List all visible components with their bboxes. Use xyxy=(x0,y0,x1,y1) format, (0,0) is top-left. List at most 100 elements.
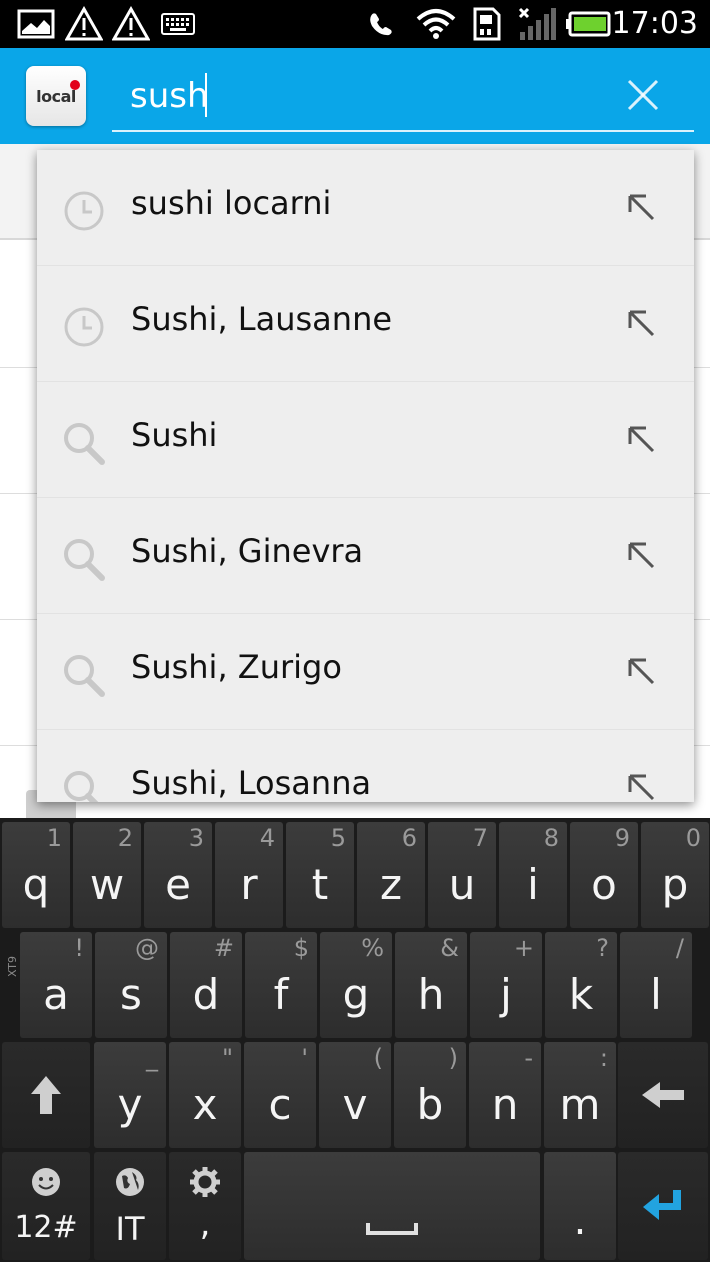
key-r[interactable]: 4r xyxy=(215,822,283,928)
suggestion-item[interactable]: Sushi, Losanna xyxy=(37,730,694,802)
key-secondary-label: 0 xyxy=(685,824,701,852)
settings-comma-key[interactable]: , xyxy=(169,1152,241,1260)
key-a[interactable]: ! a xyxy=(20,932,92,1038)
wifi-icon xyxy=(414,6,458,42)
key-label: d xyxy=(192,970,220,1019)
key-w[interactable]: 2w xyxy=(73,822,141,928)
search-icon xyxy=(61,768,107,802)
fill-query-arrow-icon[interactable] xyxy=(626,656,656,686)
battery-icon xyxy=(564,6,612,42)
globe-icon xyxy=(94,1166,166,1202)
fill-query-arrow-icon[interactable] xyxy=(626,540,656,570)
key-p[interactable]: 0p xyxy=(641,822,709,928)
status-bar: 17:03 xyxy=(0,0,710,48)
key-x[interactable]: " x xyxy=(169,1042,241,1148)
key-b[interactable]: ) b xyxy=(394,1042,466,1148)
space-icon xyxy=(244,1220,540,1239)
suggestion-label: Sushi, Ginevra xyxy=(131,532,364,570)
key-label: m xyxy=(559,1080,601,1129)
fill-query-arrow-icon[interactable] xyxy=(626,772,656,802)
xt9-label: XT9 xyxy=(6,955,20,978)
suggestion-label: Sushi, Lausanne xyxy=(131,300,393,338)
key-y[interactable]: _ y xyxy=(94,1042,166,1148)
key-secondary-label: 7 xyxy=(472,824,488,852)
key-secondary-label: 2 xyxy=(117,824,133,852)
close-icon xyxy=(627,79,659,111)
key-label: y xyxy=(117,1080,143,1129)
history-clock-icon xyxy=(61,304,107,350)
key-n[interactable]: -n xyxy=(469,1042,541,1148)
key-secondary-label: ( xyxy=(373,1044,383,1072)
shift-key[interactable] xyxy=(2,1042,90,1148)
period-key[interactable]: . xyxy=(544,1152,616,1260)
key-g[interactable]: % g xyxy=(320,932,392,1038)
app-logo[interactable]: local xyxy=(26,66,86,126)
key-f[interactable]: $ f xyxy=(245,932,317,1038)
key-s[interactable]: @ s xyxy=(95,932,167,1038)
key-label: s xyxy=(120,970,142,1019)
key-v[interactable]: (v xyxy=(319,1042,391,1148)
suggestion-item[interactable]: sushi locarni xyxy=(37,150,694,266)
app-screen: 17:03 local sushi locarni Sushi, Lausanne… xyxy=(0,0,710,1262)
suggestion-label: Sushi, Zurigo xyxy=(131,648,342,686)
key-label: z xyxy=(379,860,403,909)
key-t[interactable]: 5t xyxy=(286,822,354,928)
search-icon xyxy=(61,536,107,582)
key-u[interactable]: 7u xyxy=(428,822,496,928)
key-m[interactable]: :m xyxy=(544,1042,616,1148)
key-secondary-label: ! xyxy=(74,934,84,962)
key-l[interactable]: / l xyxy=(620,932,692,1038)
space-bar[interactable] xyxy=(244,1152,540,1260)
smiley-icon xyxy=(2,1166,90,1202)
enter-key[interactable] xyxy=(618,1152,708,1260)
key-e[interactable]: 3e xyxy=(144,822,212,928)
fill-query-arrow-icon[interactable] xyxy=(626,308,656,338)
search-input[interactable] xyxy=(112,62,694,132)
key-secondary-label: % xyxy=(361,934,384,962)
key-d[interactable]: # d xyxy=(170,932,242,1038)
key-label: n xyxy=(491,1080,519,1129)
gear-icon xyxy=(169,1166,241,1202)
key-secondary-label: $ xyxy=(293,934,309,962)
key-label: 12# xyxy=(14,1210,78,1245)
key-label: i xyxy=(527,860,539,909)
key-label: b xyxy=(416,1080,444,1129)
suggestion-item[interactable]: Sushi, Zurigo xyxy=(37,614,694,730)
key-secondary-label: 3 xyxy=(188,824,204,852)
alert-icon xyxy=(111,6,151,42)
key-z[interactable]: 6z xyxy=(357,822,425,928)
suggestion-item[interactable]: Sushi, Ginevra xyxy=(37,498,694,614)
key-secondary-label: & xyxy=(440,934,459,962)
enter-arrow-icon xyxy=(618,1188,708,1226)
backspace-key[interactable] xyxy=(618,1042,708,1148)
key-label: . xyxy=(573,1198,587,1244)
emoji-symbols-key[interactable]: 12# xyxy=(2,1152,90,1260)
soft-keyboard: 1 q 2 w 3 e 4 r 5 t 6 z 7 u 8 i 9 o 0 p! a @ s # d $ f% g & h + j? k / l _ y… xyxy=(0,818,710,1262)
key-c[interactable]: ' c xyxy=(244,1042,316,1148)
key-label: g xyxy=(342,970,370,1019)
key-secondary-label: - xyxy=(524,1044,533,1072)
key-o[interactable]: 9o xyxy=(570,822,638,928)
key-h[interactable]: & h xyxy=(395,932,467,1038)
key-i[interactable]: 8i xyxy=(499,822,567,928)
suggestion-item[interactable]: Sushi xyxy=(37,382,694,498)
key-label: , xyxy=(199,1204,211,1244)
search-icon xyxy=(61,652,107,698)
key-label: u xyxy=(448,860,476,909)
suggestion-item[interactable]: Sushi, Lausanne xyxy=(37,266,694,382)
key-j[interactable]: + j xyxy=(470,932,542,1038)
text-caret xyxy=(205,73,207,117)
fill-query-arrow-icon[interactable] xyxy=(626,192,656,222)
key-secondary-label: ' xyxy=(301,1044,308,1072)
key-k[interactable]: ? k xyxy=(545,932,617,1038)
key-label: v xyxy=(342,1080,368,1129)
language-key[interactable]: IT xyxy=(94,1152,166,1260)
key-secondary-label: : xyxy=(599,1044,608,1072)
key-secondary-label: 4 xyxy=(259,824,275,852)
key-secondary-label: _ xyxy=(146,1044,158,1072)
key-label: IT xyxy=(115,1210,145,1248)
clear-search-button[interactable] xyxy=(618,70,668,120)
key-label: a xyxy=(43,970,69,1019)
fill-query-arrow-icon[interactable] xyxy=(626,424,656,454)
key-q[interactable]: 1q xyxy=(2,822,70,928)
